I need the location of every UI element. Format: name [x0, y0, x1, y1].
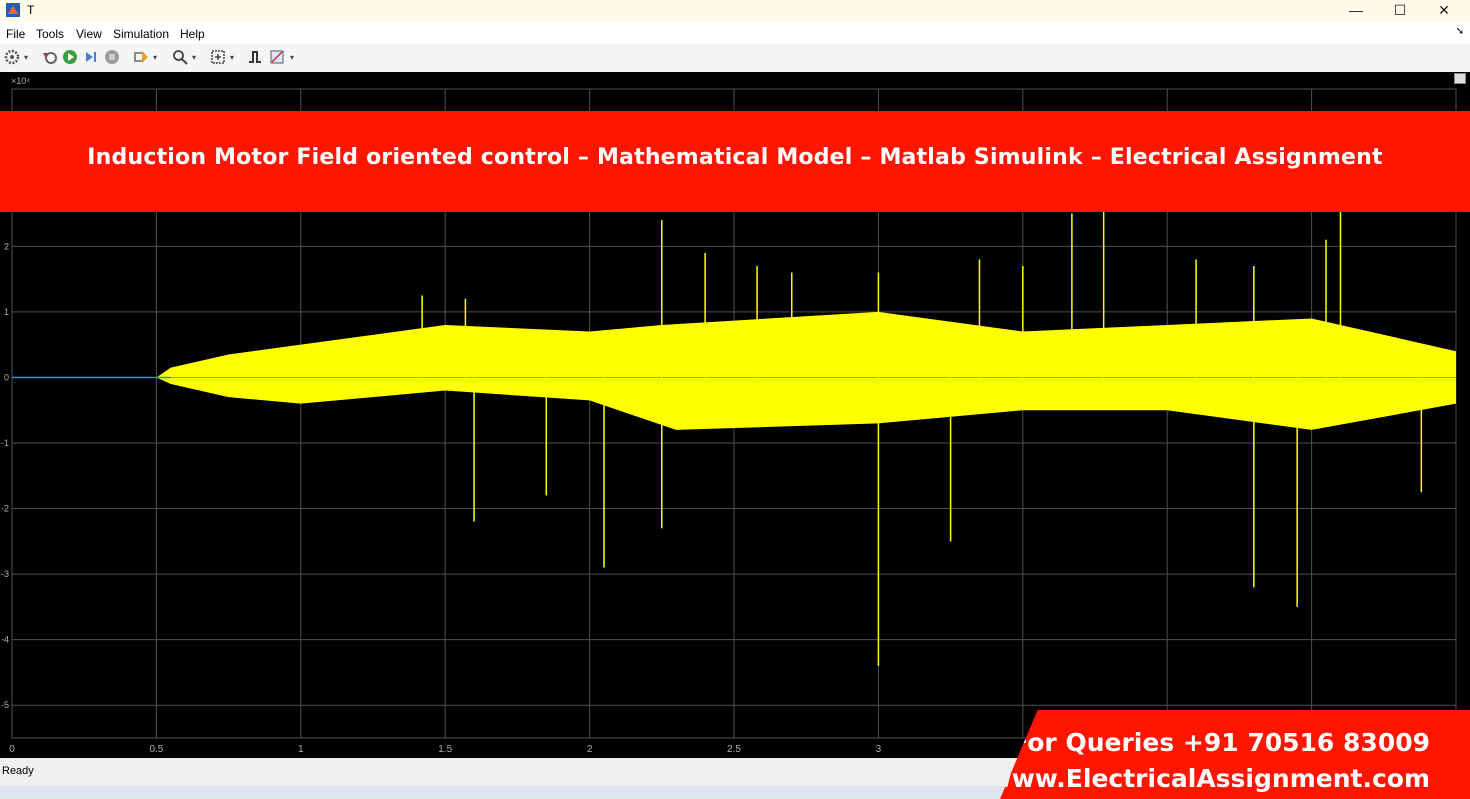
measure-icon[interactable]: [269, 49, 285, 65]
chevron-down-icon[interactable]: ▾: [24, 53, 28, 62]
toolbar: ▾ ▾ ▾ ▾ ▾: [0, 44, 1470, 73]
window-title: T: [27, 3, 35, 17]
chevron-down-icon[interactable]: ▾: [153, 53, 157, 62]
x-tick-label: 1: [298, 744, 304, 755]
signal-envelope: [12, 311, 1456, 430]
chevron-down-icon[interactable]: ▾: [192, 53, 196, 62]
y-tick-label: 2: [4, 241, 9, 251]
fit-to-view-icon[interactable]: [210, 49, 226, 65]
x-tick-label: 2.5: [727, 744, 741, 755]
y-tick-label: -1: [1, 438, 9, 448]
x-tick-label: 0: [9, 744, 15, 755]
contact-phone: For Queries +91 70516 83009: [1011, 728, 1430, 757]
y-exponent-label: ×10⁴: [11, 76, 30, 86]
minimize-button[interactable]: —: [1334, 0, 1378, 22]
y-tick-label: -3: [1, 569, 9, 579]
menu-tools[interactable]: Tools: [36, 27, 64, 41]
menu-bar: File Tools View Simulation Help ➘: [0, 22, 1470, 44]
status-text: Ready: [2, 765, 34, 777]
menu-simulation[interactable]: Simulation: [113, 27, 169, 41]
y-tick-label: -4: [1, 635, 9, 645]
y-tick-label: 1: [4, 307, 9, 317]
highlight-icon[interactable]: [133, 49, 149, 65]
chevron-down-icon[interactable]: ▾: [290, 53, 294, 62]
zoom-icon[interactable]: [172, 49, 188, 65]
x-tick-label: 2: [587, 744, 593, 755]
x-tick-label: 0.5: [149, 744, 163, 755]
title-banner: Induction Motor Field oriented control –…: [0, 111, 1470, 212]
menu-overflow-icon[interactable]: ➘: [1456, 26, 1464, 37]
tick-labels: 0 0.5 1 1.5 2 2.5 3 2 1 0 -1 -2 -3 -4 -5: [1, 241, 882, 755]
run-icon[interactable]: [62, 49, 78, 65]
close-button[interactable]: ✕: [1422, 0, 1466, 22]
y-tick-label: -5: [1, 700, 9, 710]
restore-config-icon[interactable]: [42, 49, 58, 65]
menu-file[interactable]: File: [6, 27, 25, 41]
menu-view[interactable]: View: [76, 27, 102, 41]
x-tick-label: 1.5: [438, 744, 452, 755]
banner-text: Induction Motor Field oriented control –…: [87, 145, 1383, 170]
maximize-button[interactable]: ☐: [1378, 0, 1422, 22]
title-bar: T — ☐ ✕: [0, 0, 1470, 22]
y-tick-label: 0: [4, 372, 9, 382]
stop-icon[interactable]: [104, 49, 120, 65]
matlab-logo-icon: [6, 3, 20, 17]
step-forward-icon[interactable]: [83, 49, 99, 65]
x-tick-label: 3: [876, 744, 882, 755]
chevron-down-icon[interactable]: ▾: [230, 53, 234, 62]
menu-help[interactable]: Help: [180, 27, 205, 41]
gear-icon[interactable]: [4, 49, 20, 65]
undock-icon[interactable]: [1454, 73, 1466, 84]
y-tick-label: -2: [1, 504, 9, 514]
contact-website: www.ElectricalAssignment.com: [988, 764, 1430, 793]
trigger-icon[interactable]: [247, 49, 263, 65]
contact-banner: For Queries +91 70516 83009 www.Electric…: [1000, 710, 1470, 799]
